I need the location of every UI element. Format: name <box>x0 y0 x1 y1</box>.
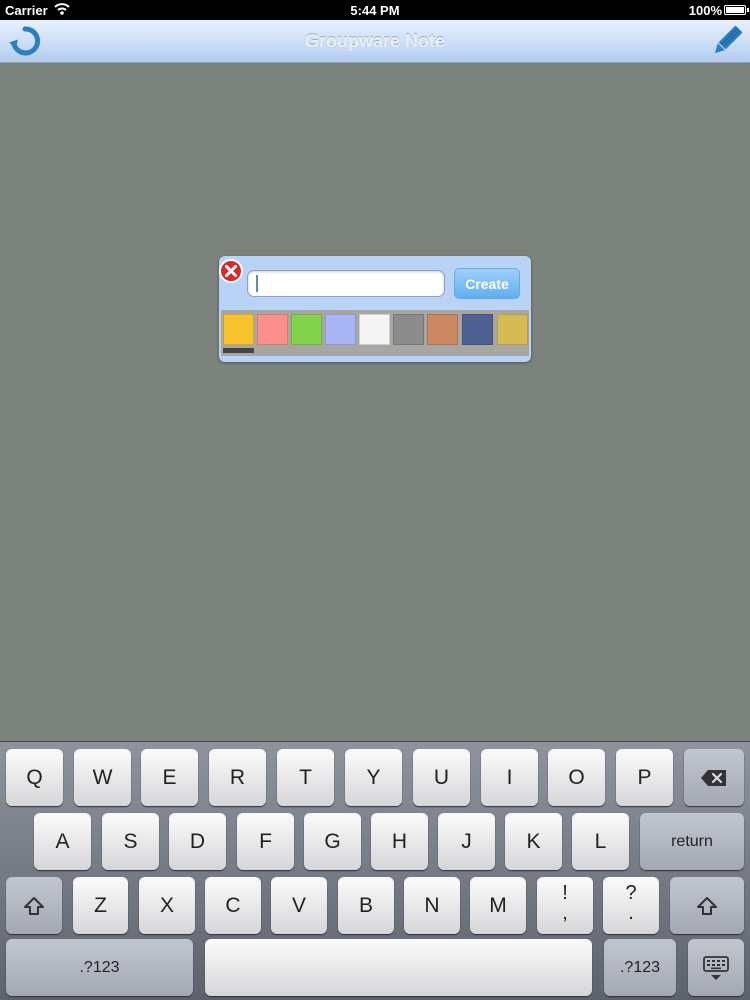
key-b[interactable]: B <box>338 877 394 934</box>
space-bar[interactable] <box>205 939 592 996</box>
create-button[interactable]: Create <box>454 268 520 299</box>
status-bar: Carrier 5:44 PM 100% <box>0 0 750 20</box>
key-r[interactable]: R <box>209 749 266 806</box>
key-t[interactable]: T <box>277 749 334 806</box>
color-swatch-green[interactable] <box>291 314 322 345</box>
key-z[interactable]: Z <box>73 877 128 934</box>
return-key[interactable]: return <box>640 813 744 870</box>
close-icon[interactable] <box>218 258 244 284</box>
key-m[interactable]: M <box>470 877 526 934</box>
key-question-period[interactable]: ? . <box>603 877 659 934</box>
numbers-key-right[interactable]: .?123 <box>604 939 676 996</box>
page-title: Groupware Note <box>304 31 446 51</box>
shift-key-right[interactable] <box>670 877 744 934</box>
key-comma-label: , <box>562 902 568 924</box>
key-h[interactable]: H <box>371 813 428 870</box>
color-picker <box>221 310 529 356</box>
key-f[interactable]: F <box>237 813 294 870</box>
key-u[interactable]: U <box>413 749 470 806</box>
key-p[interactable]: P <box>616 749 673 806</box>
color-swatch-gray[interactable] <box>393 314 424 345</box>
key-c[interactable]: C <box>205 877 261 934</box>
backspace-icon <box>700 769 728 786</box>
color-swatch-brown[interactable] <box>427 314 458 345</box>
battery-label: 100% <box>688 3 722 18</box>
numbers-key-left[interactable]: .?123 <box>6 939 193 996</box>
key-exclaim-comma[interactable]: ! , <box>537 877 593 934</box>
battery-icon <box>724 5 749 15</box>
key-i[interactable]: I <box>481 749 538 806</box>
key-v[interactable]: V <box>271 877 327 934</box>
key-o[interactable]: O <box>548 749 605 806</box>
dismiss-keyboard-key[interactable] <box>688 939 744 996</box>
key-s[interactable]: S <box>102 813 159 870</box>
nav-bar: Groupware Note <box>0 20 750 63</box>
new-note-popup: Create <box>219 256 531 362</box>
color-swatch-yellow[interactable] <box>223 314 254 345</box>
shift-key-left[interactable] <box>6 877 62 934</box>
key-w[interactable]: W <box>74 749 131 806</box>
color-swatch-white[interactable] <box>359 314 390 345</box>
key-l[interactable]: L <box>572 813 629 870</box>
note-name-input[interactable] <box>247 270 445 297</box>
color-swatch-pink[interactable] <box>257 314 288 345</box>
shift-icon <box>696 896 718 915</box>
backspace-key[interactable] <box>684 749 744 806</box>
key-period-label: . <box>628 902 634 924</box>
key-y[interactable]: Y <box>345 749 402 806</box>
on-screen-keyboard: Q W E R T Y U I O P A S D F G H J K L re… <box>0 741 750 1000</box>
text-cursor <box>256 275 258 292</box>
selected-color-indicator <box>223 348 254 353</box>
key-n[interactable]: N <box>404 877 460 934</box>
key-j[interactable]: J <box>438 813 495 870</box>
color-swatch-lavender[interactable] <box>325 314 356 345</box>
keyboard-hide-icon <box>702 955 730 980</box>
key-exclaim-label: ! <box>562 882 568 904</box>
color-swatch-olive[interactable] <box>497 314 528 345</box>
clock: 5:44 PM <box>350 3 400 18</box>
pencil-icon[interactable] <box>710 24 744 58</box>
key-a[interactable]: A <box>34 813 91 870</box>
shift-icon <box>23 896 45 915</box>
key-k[interactable]: K <box>505 813 562 870</box>
color-swatch-navy[interactable] <box>462 314 493 345</box>
key-q[interactable]: Q <box>6 749 63 806</box>
key-question-label: ? <box>625 882 637 904</box>
key-g[interactable]: G <box>304 813 361 870</box>
key-e[interactable]: E <box>141 749 198 806</box>
key-d[interactable]: D <box>169 813 226 870</box>
key-x[interactable]: X <box>139 877 195 934</box>
